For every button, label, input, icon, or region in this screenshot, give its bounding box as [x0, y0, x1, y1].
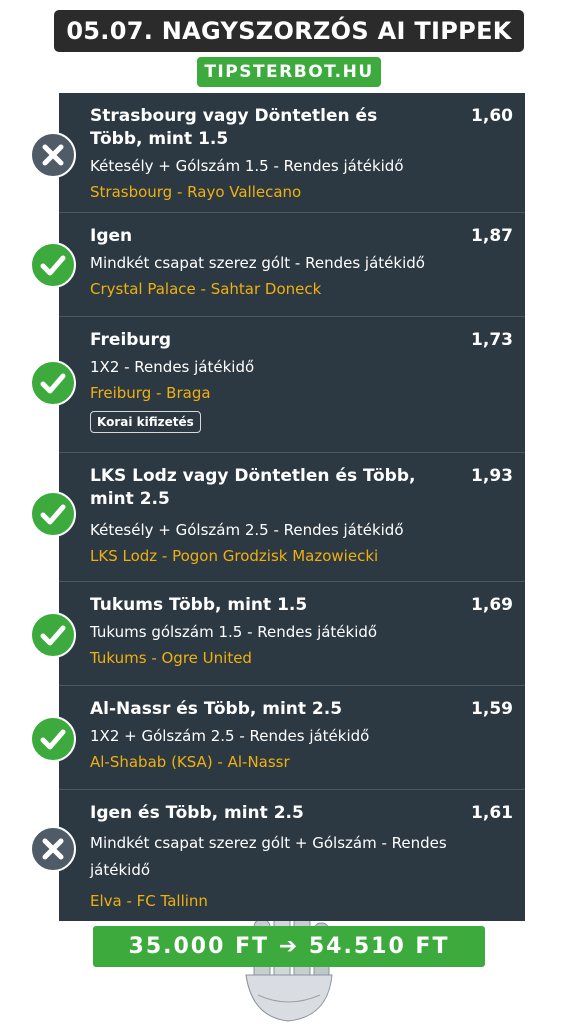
tip-market: Kétesély + Gólszám 1.5 - Rendes játékidő: [90, 157, 404, 175]
page-title: 05.07. NAGYSZORZÓS AI TIPPEK: [54, 10, 524, 52]
tip-row[interactable]: Igen 1,87 Mindkét csapat szerez gólt - R…: [59, 213, 525, 317]
tip-match: Strasbourg - Rayo Vallecano: [90, 183, 302, 201]
tip-selection: Igen és Több, mint 2.5: [90, 803, 304, 823]
early-payout-badge: Korai kifizetés: [90, 411, 201, 433]
tip-match: Freiburg - Braga: [90, 384, 211, 402]
tip-market: Mindkét csapat szerez gólt + Gólszám - R…: [90, 834, 447, 879]
tip-row[interactable]: Al-Nassr és Több, mint 2.5 1,59 1X2 + Gó…: [59, 686, 525, 790]
tip-selection: Freiburg: [90, 330, 172, 350]
check-icon: [30, 360, 76, 406]
check-icon: [30, 242, 76, 288]
tip-odds: 1,93: [471, 466, 513, 486]
tip-odds: 1,87: [471, 226, 513, 246]
tip-row[interactable]: Freiburg 1,73 1X2 - Rendes játékidő Frei…: [59, 317, 525, 453]
tip-odds: 1,61: [471, 803, 513, 823]
tip-market: 1X2 + Gólszám 2.5 - Rendes játékidő: [90, 727, 370, 745]
tip-selection: Strasbourg vagy Döntetlen és Több, mint …: [90, 106, 378, 149]
tip-market: 1X2 - Rendes játékidő: [90, 358, 255, 376]
total-payout-bar: 35.000 FT ➔ 54.510 FT: [93, 926, 485, 967]
tip-odds: 1,60: [471, 106, 513, 126]
tip-match: LKS Lodz - Pogon Grodzisk Mazowiecki: [90, 547, 379, 565]
tip-row[interactable]: Strasbourg vagy Döntetlen és Több, mint …: [59, 93, 525, 213]
tips-panel: Strasbourg vagy Döntetlen és Több, mint …: [59, 93, 525, 921]
tip-row[interactable]: LKS Lodz vagy Döntetlen és Több, mint 2.…: [59, 453, 525, 582]
check-icon: [30, 716, 76, 762]
tip-row[interactable]: Tukums Több, mint 1.5 1,69 Tukums gólszá…: [59, 582, 525, 686]
tip-selection: Al-Nassr és Több, mint 2.5: [90, 699, 343, 719]
tip-odds: 1,73: [471, 330, 513, 350]
cross-icon: [30, 826, 76, 872]
tip-market: Tukums gólszám 1.5 - Rendes játékidő: [90, 623, 378, 641]
tip-selection: LKS Lodz vagy Döntetlen és Több, mint 2.…: [90, 466, 416, 509]
tip-selection: Tukums Több, mint 1.5: [90, 595, 308, 615]
tip-row[interactable]: Igen és Több, mint 2.5 1,61 Mindkét csap…: [59, 790, 525, 921]
tip-selection: Igen: [90, 226, 133, 246]
tip-odds: 1,59: [471, 699, 513, 719]
tip-match: Crystal Palace - Sahtar Doneck: [90, 280, 322, 298]
check-icon: [30, 612, 76, 658]
tip-market: Mindkét csapat szerez gólt - Rendes játé…: [90, 254, 425, 272]
tip-match: Tukums - Ogre United: [90, 649, 252, 667]
tip-match: Al-Shabab (KSA) - Al-Nassr: [90, 753, 290, 771]
tip-market: Kétesély + Gólszám 2.5 - Rendes játékidő: [90, 521, 404, 539]
cross-icon: [30, 132, 76, 178]
site-badge[interactable]: TIPSTERBOT.HU: [197, 57, 381, 87]
tip-odds: 1,69: [471, 595, 513, 615]
check-icon: [30, 491, 76, 537]
tip-match: Elva - FC Tallinn: [90, 892, 208, 910]
